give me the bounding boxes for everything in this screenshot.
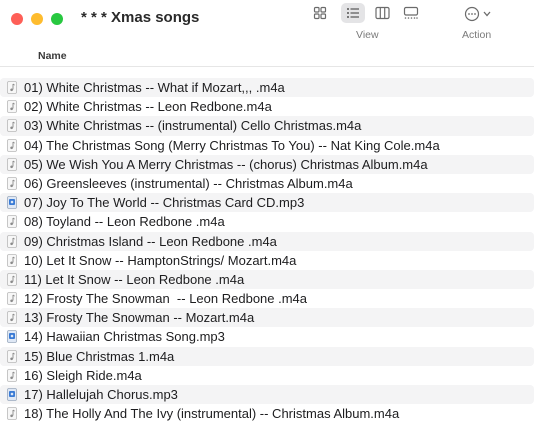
m4a-file-icon [7,253,17,267]
close-window-button[interactable] [11,13,23,25]
file-name: 11) Let It Snow -- Leon Redbone .m4a [24,271,245,287]
file-list: 01) White Christmas -- What if Mozart,,,… [0,78,534,423]
m4a-file-icon [7,311,17,325]
zoom-window-button[interactable] [51,13,63,25]
mp3-file-icon [7,196,17,210]
m4a-file-icon [7,138,17,152]
chevron-down-icon [483,11,491,17]
m4a-file-icon [7,215,17,229]
column-view-button[interactable] [370,3,394,23]
window-title: * * * Xmas songs [81,9,200,26]
mp3-file-icon [7,330,17,344]
file-name: 06) Greensleeves (instrumental) -- Chris… [24,175,353,191]
file-row[interactable]: 14) Hawaiian Christmas Song.mp3 [0,327,534,346]
view-label: View [356,29,379,41]
file-name: 02) White Christmas -- Leon Redbone.m4a [24,99,272,115]
file-name: 03) White Christmas -- (instrumental) Ce… [24,118,362,134]
m4a-file-icon [7,272,17,286]
file-name: 07) Joy To The World -- Christmas Card C… [24,195,305,211]
file-row[interactable]: 12) Frosty The Snowman -- Leon Redbone .… [0,289,534,308]
ellipsis-circle-icon [464,6,480,22]
file-name: 04) The Christmas Song (Merry Christmas … [24,137,440,153]
file-name: 09) Christmas Island -- Leon Redbone .m4… [24,233,277,249]
file-row[interactable]: 05) We Wish You A Merry Christmas -- (ch… [0,154,534,174]
file-name: 13) Frosty The Snowman -- Mozart.m4a [24,310,255,326]
file-row[interactable]: 04) The Christmas Song (Merry Christmas … [0,136,534,155]
file-row[interactable]: 02) White Christmas -- Leon Redbone.m4a [0,97,534,116]
file-row[interactable]: 06) Greensleeves (instrumental) -- Chris… [0,174,534,193]
m4a-file-icon [7,177,17,190]
file-row[interactable]: 09) Christmas Island -- Leon Redbone .m4… [0,231,534,251]
m4a-file-icon [7,349,17,363]
columns-icon [374,6,390,20]
file-name: 12) Frosty The Snowman -- Leon Redbone .… [24,291,308,307]
m4a-file-icon [7,100,17,114]
m4a-file-icon [7,368,17,382]
file-name: 16) Sleigh Ride.m4a [24,367,142,383]
file-name: 08) Toyland -- Leon Redbone .m4a [24,214,225,230]
action-control[interactable]: Action [452,3,502,41]
m4a-file-icon [7,407,17,421]
minimize-window-button[interactable] [31,13,43,25]
file-row[interactable]: 01) White Christmas -- What if Mozart,,,… [0,78,534,98]
file-row[interactable]: 08) Toyland -- Leon Redbone .m4a [0,212,534,231]
file-row[interactable]: 18) The Holly And The Ivy (instrumental)… [0,404,534,423]
list-view-button[interactable] [341,3,365,23]
file-row[interactable]: 13) Frosty The Snowman -- Mozart.m4a [0,308,534,328]
file-name: 01) White Christmas -- What if Mozart,,,… [24,80,285,95]
file-name: 15) Blue Christmas 1.m4a [24,348,175,364]
view-control: View [308,3,426,41]
file-row[interactable]: 15) Blue Christmas 1.m4a [0,346,534,366]
list-icon [347,8,359,18]
file-name: 14) Hawaiian Christmas Song.mp3 [24,329,225,345]
window-toolbar: * * * Xmas songs View Action [0,0,534,43]
file-name: 10) Let It Snow -- HamptonStrings/ Mozar… [24,252,297,268]
m4a-file-icon [7,81,17,94]
gallery-view-button[interactable] [399,3,423,23]
file-row[interactable]: 17) Hallelujah Chorus.mp3 [0,385,534,405]
file-row[interactable]: 03) White Christmas -- (instrumental) Ce… [0,116,534,136]
action-label: Action [462,29,492,41]
mp3-file-icon [7,388,17,401]
file-name: 05) We Wish You A Merry Christmas -- (ch… [24,156,428,172]
file-row[interactable]: 07) Joy To The World -- Christmas Card C… [0,193,534,213]
file-name: 18) The Holly And The Ivy (instrumental)… [24,406,400,422]
name-column-label: Name [38,50,67,62]
grid-icon [313,6,327,20]
m4a-file-icon [7,119,17,133]
file-row[interactable]: 10) Let It Snow -- HamptonStrings/ Mozar… [0,251,534,270]
gallery-icon [403,6,419,19]
file-name: 17) Hallelujah Chorus.mp3 [24,387,178,402]
name-column-header[interactable]: Name [0,45,534,67]
file-row[interactable]: 16) Sleigh Ride.m4a [0,366,534,385]
file-row[interactable]: 11) Let It Snow -- Leon Redbone .m4a [0,269,534,290]
m4a-file-icon [7,234,17,248]
m4a-file-icon [7,157,17,171]
icon-view-button[interactable] [308,3,332,23]
m4a-file-icon [7,292,17,305]
